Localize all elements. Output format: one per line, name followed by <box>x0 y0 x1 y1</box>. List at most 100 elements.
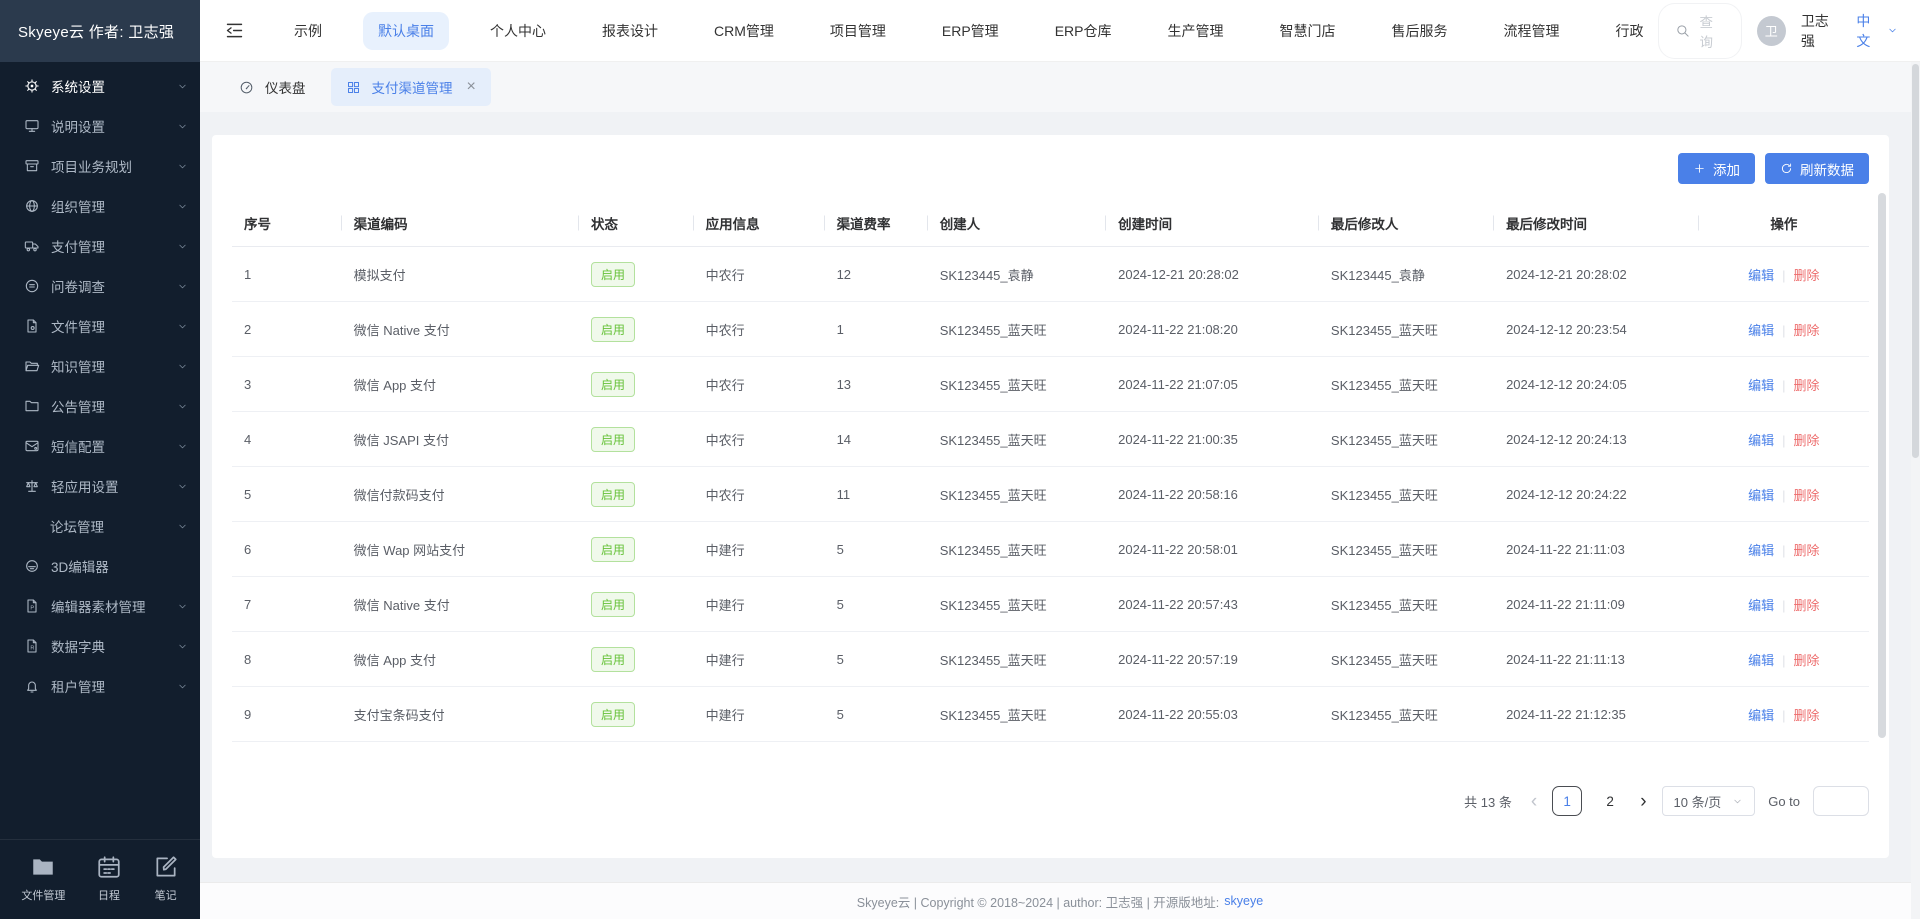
page-scrollbar-thumb[interactable] <box>1912 64 1919 458</box>
nav-tab[interactable]: 售后服务 <box>1376 12 1462 50</box>
sidebar-item[interactable]: 租户管理 <box>0 666 200 706</box>
edit-link[interactable]: 编辑 <box>1748 708 1774 723</box>
cell-index: 6 <box>232 522 342 577</box>
nav-tab[interactable]: 示例 <box>279 12 337 50</box>
sidebar-item[interactable]: 3D编辑器 <box>0 546 200 586</box>
cell-creator: SK123455_蓝天旺 <box>928 357 1106 412</box>
dock-item[interactable]: 文件管理 <box>21 854 65 903</box>
delete-link[interactable]: 删除 <box>1794 323 1820 338</box>
edit-link[interactable]: 编辑 <box>1748 268 1774 283</box>
dock-item[interactable]: 笔记 <box>153 854 179 903</box>
nav-tab[interactable]: 流程管理 <box>1488 12 1574 50</box>
sidebar-item[interactable]: 说明设置 <box>0 106 200 146</box>
file-r-icon: R <box>24 638 40 654</box>
edit-link[interactable]: 编辑 <box>1748 653 1774 668</box>
delete-link[interactable]: 删除 <box>1794 268 1820 283</box>
cell-app-info: 中农行 <box>694 412 825 467</box>
sidebar-item[interactable]: 项目业务规划 <box>0 146 200 186</box>
nav-tab[interactable]: 默认桌面 <box>363 12 449 50</box>
sidebar-item[interactable]: 问卷调查 <box>0 266 200 306</box>
language-selector[interactable]: 中文 <box>1856 11 1898 51</box>
column-header: 创建时间 <box>1106 200 1319 247</box>
cell-rate: 13 <box>825 357 928 412</box>
search-input[interactable]: 查询 <box>1658 3 1741 59</box>
page-button-1[interactable]: 1 <box>1552 786 1582 816</box>
page-scrollbar[interactable] <box>1911 62 1920 919</box>
nav-tab[interactable]: 生产管理 <box>1152 12 1238 50</box>
edit-link[interactable]: 编辑 <box>1748 598 1774 613</box>
sidebar-item[interactable]: 论坛管理 <box>0 506 200 546</box>
dock-item[interactable]: 日程 <box>96 854 122 903</box>
goto-page-input[interactable] <box>1813 786 1869 816</box>
nav-tab[interactable]: 报表设计 <box>587 12 673 50</box>
cell-modifier: SK123455_蓝天旺 <box>1319 632 1494 687</box>
add-button[interactable]: 添加 <box>1678 153 1755 184</box>
status-badge: 启用 <box>591 537 635 562</box>
edit-link[interactable]: 编辑 <box>1748 378 1774 393</box>
cell-app-info: 中农行 <box>694 302 825 357</box>
action-separator: | <box>1782 708 1785 723</box>
prev-page-button[interactable]: ‹ <box>1529 792 1539 811</box>
sidebar-item[interactable]: R数据字典 <box>0 626 200 666</box>
nav-tab[interactable]: 项目管理 <box>815 12 901 50</box>
sidebar-item[interactable]: 组织管理 <box>0 186 200 226</box>
sidebar-item-label: 公告管理 <box>51 396 177 416</box>
delete-link[interactable]: 删除 <box>1794 543 1820 558</box>
refresh-button-label: 刷新数据 <box>1800 159 1854 179</box>
sidebar-item[interactable]: P编辑器素材管理 <box>0 586 200 626</box>
delete-link[interactable]: 删除 <box>1794 598 1820 613</box>
cell-channel-code: 支付宝条码支付 <box>342 687 579 742</box>
top-navbar: 示例默认桌面个人中心报表设计 CRM管理项目管理 ERP管理 ERP仓库生产管理智慧门… <box>200 0 1920 62</box>
cell-actions: 编辑|删除 <box>1699 357 1869 412</box>
sidebar-item[interactable]: 公告管理 <box>0 386 200 426</box>
edit-link[interactable]: 编辑 <box>1748 488 1774 503</box>
toolbar: 添加 刷新数据 <box>232 153 1869 184</box>
open-tab-item[interactable]: 仪表盘 <box>224 68 321 106</box>
cell-app-info: 中建行 <box>694 687 825 742</box>
page-size-select[interactable]: 10 条/页 <box>1662 786 1756 816</box>
sidebar-item-label: 编辑器素材管理 <box>51 596 177 616</box>
nav-tab[interactable]: 个人中心 <box>475 12 561 50</box>
sidebar-item[interactable]: 轻应用设置 <box>0 466 200 506</box>
nav-tab[interactable]: 行政 <box>1600 12 1658 50</box>
table-scrollbar[interactable] <box>1878 193 1886 738</box>
helmet-icon <box>24 558 40 574</box>
chevron-down-icon <box>177 641 188 652</box>
delete-link[interactable]: 删除 <box>1794 488 1820 503</box>
sidebar-item[interactable]: 支付管理 <box>0 226 200 266</box>
sidebar-item[interactable]: 系统设置 <box>0 66 200 106</box>
delete-link[interactable]: 删除 <box>1794 378 1820 393</box>
cell-creator: SK123455_蓝天旺 <box>928 412 1106 467</box>
footer-link[interactable]: skyeye <box>1224 894 1263 908</box>
delete-link[interactable]: 删除 <box>1794 708 1820 723</box>
column-header: 渠道编码 <box>342 200 579 247</box>
close-icon[interactable]: × <box>467 79 476 95</box>
cell-app-info: 中建行 <box>694 577 825 632</box>
sidebar-item[interactable]: 短信配置 <box>0 426 200 466</box>
edit-link[interactable]: 编辑 <box>1748 543 1774 558</box>
column-header: 创建人 <box>928 200 1106 247</box>
column-header: 最后修改人 <box>1319 200 1494 247</box>
page-button-2[interactable]: 2 <box>1595 786 1625 816</box>
cell-modifier: SK123455_蓝天旺 <box>1319 357 1494 412</box>
sidebar-item-label: 文件管理 <box>51 316 177 336</box>
cell-created-time: 2024-11-22 20:55:03 <box>1106 687 1319 742</box>
next-page-button[interactable]: › <box>1638 792 1648 811</box>
open-tab-active[interactable]: 支付渠道管理× <box>331 68 491 106</box>
nav-tab[interactable]: ERP管理 <box>927 12 1014 50</box>
nav-tab[interactable]: CRM管理 <box>699 12 789 50</box>
delete-link[interactable]: 删除 <box>1794 653 1820 668</box>
sidebar-item[interactable]: 文件管理 <box>0 306 200 346</box>
avatar[interactable]: 卫 <box>1757 16 1786 46</box>
refresh-button[interactable]: 刷新数据 <box>1765 153 1869 184</box>
nav-tab[interactable]: 智慧门店 <box>1264 12 1350 50</box>
user-name[interactable]: 卫志强 <box>1801 11 1842 51</box>
edit-link[interactable]: 编辑 <box>1748 433 1774 448</box>
sidebar-item[interactable]: 知识管理 <box>0 346 200 386</box>
edit-link[interactable]: 编辑 <box>1748 323 1774 338</box>
archive-icon <box>24 158 40 174</box>
collapse-sidebar-icon[interactable] <box>224 20 245 41</box>
delete-link[interactable]: 删除 <box>1794 433 1820 448</box>
nav-tab[interactable]: ERP仓库 <box>1040 12 1127 50</box>
action-separator: | <box>1782 323 1785 338</box>
